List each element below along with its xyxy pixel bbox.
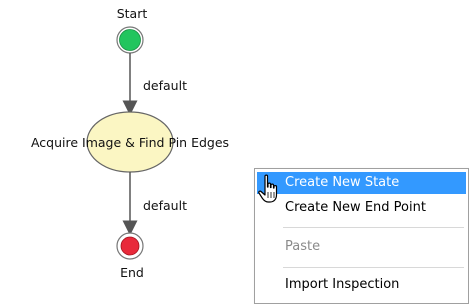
- context-menu: Create New State Create New End Point Pa…: [254, 168, 469, 304]
- start-label: Start: [117, 6, 148, 21]
- menu-item-paste[interactable]: Paste: [257, 236, 466, 258]
- hand-pointer-icon: [258, 174, 278, 203]
- edge1-label: default: [143, 78, 187, 93]
- menu-item-create-new-state[interactable]: Create New State: [257, 172, 466, 194]
- menu-item-import-inspection[interactable]: Import Inspection: [257, 274, 466, 296]
- state-label: Acquire Image & Find Pin Edges: [31, 135, 229, 150]
- menu-separator: [283, 227, 464, 228]
- edge2-label: default: [143, 198, 187, 213]
- menu-item-create-new-end-point[interactable]: Create New End Point: [257, 197, 466, 219]
- end-node[interactable]: [120, 236, 140, 256]
- start-node[interactable]: [119, 29, 141, 51]
- end-label: End: [120, 265, 144, 280]
- menu-separator: [283, 267, 464, 268]
